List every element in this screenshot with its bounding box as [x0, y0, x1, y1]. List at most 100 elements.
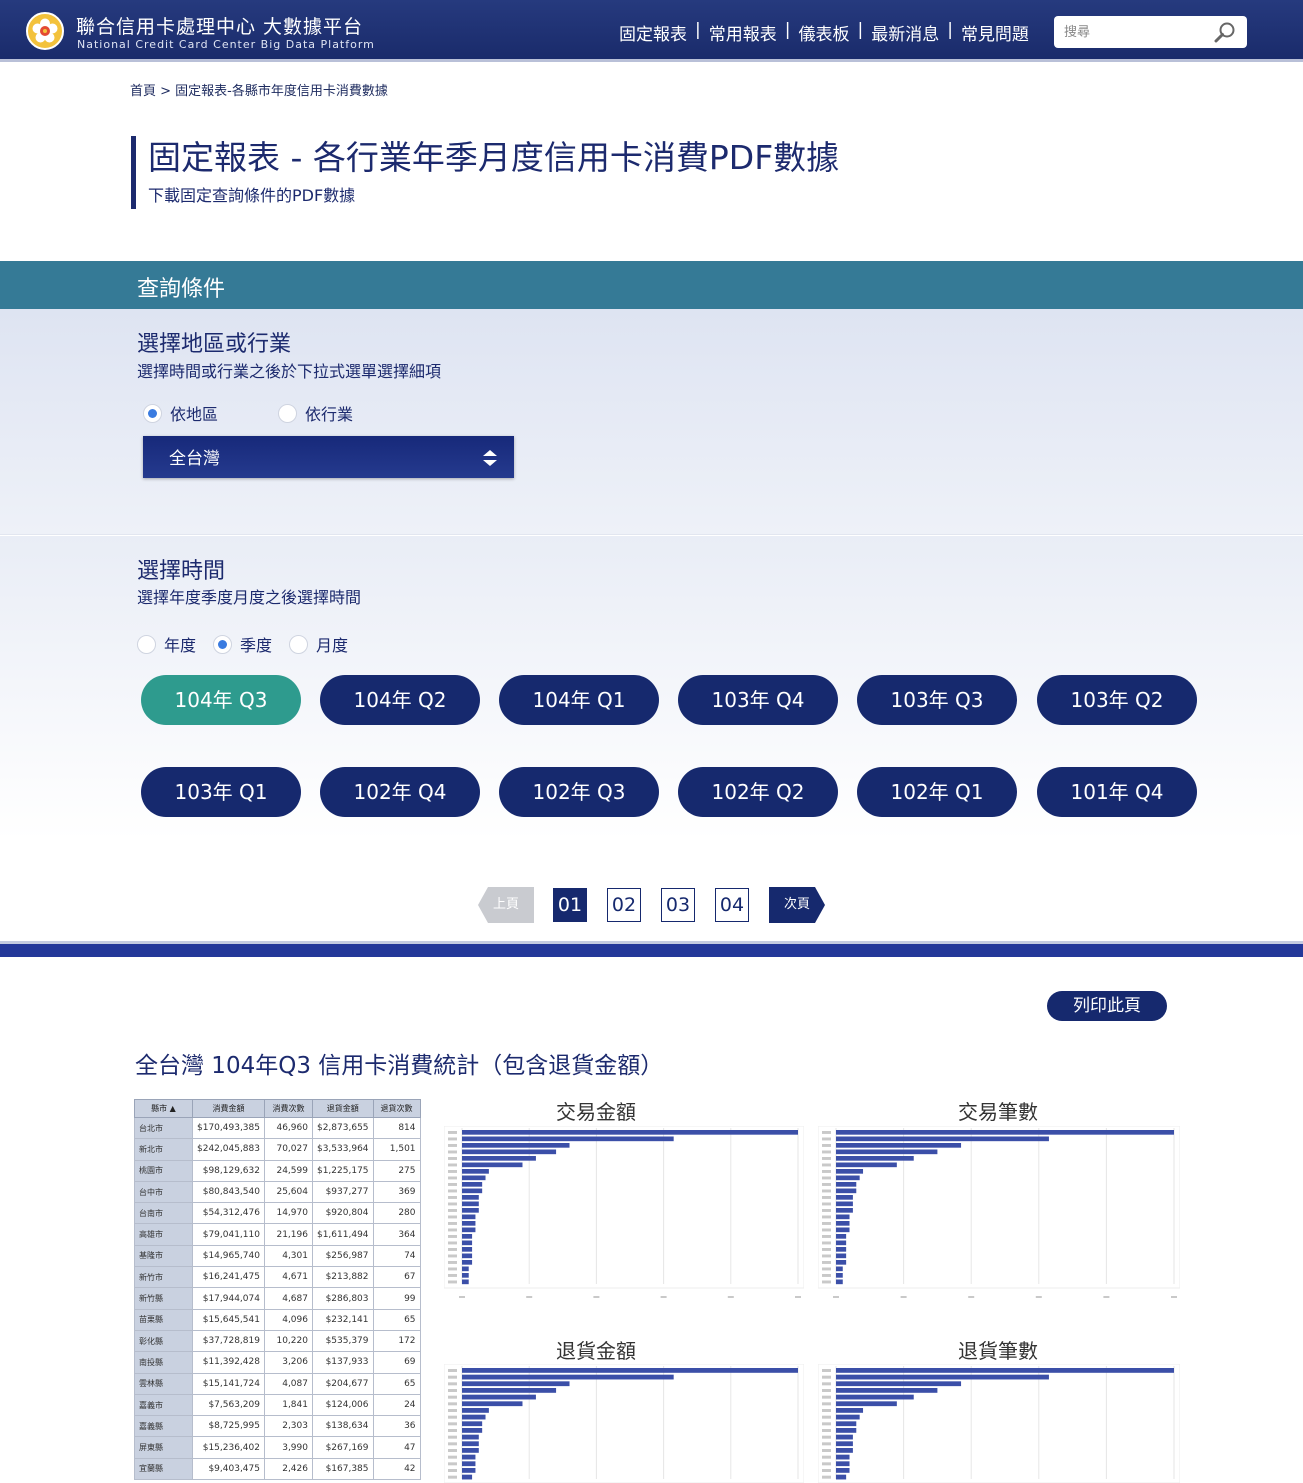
radio-by-industry[interactable]: [278, 403, 298, 423]
bar-chart-refund-count: [818, 1364, 1180, 1483]
chart-tick-label: [660, 1296, 667, 1298]
chart-category-label: [448, 1209, 457, 1212]
table-cell: $267,169: [311, 1436, 374, 1459]
chart-bar: [836, 1260, 847, 1265]
chart-category-label: [448, 1144, 457, 1147]
brand-title[interactable]: 聯合信用卡處理中心 大數據平台: [76, 12, 363, 39]
search-icon[interactable]: [1214, 21, 1236, 43]
chart-tick-label: [1171, 1296, 1177, 1298]
table-cell: $137,933: [311, 1351, 374, 1374]
table-cell: 70,027: [263, 1138, 313, 1161]
table-row: 台南市 $54,312,476 14,970 $920,804 280: [134, 1202, 421, 1225]
chart-category-label: [822, 1415, 831, 1419]
period-button[interactable]: 103年 Q4: [678, 675, 838, 725]
title-block: 固定報表 - 各行業年季月度信用卡消費PDF數據 下載固定查詢條件的PDF數據: [131, 136, 839, 209]
table-row: 高雄市 $79,041,110 21,196 $1,611,494 364: [134, 1223, 421, 1246]
chart-category-label: [448, 1137, 457, 1141]
table-cell: $17,944,074: [192, 1287, 265, 1310]
pagination-page[interactable]: 04: [715, 888, 749, 922]
nav-dashboard[interactable]: 儀表板: [797, 20, 850, 45]
chart-bar: [836, 1394, 914, 1400]
period-button[interactable]: 103年 Q1: [141, 767, 301, 817]
table-header[interactable]: 消費金額: [192, 1099, 265, 1118]
table-cell-city: 宜蘭縣: [134, 1457, 193, 1481]
radio-by-industry-label[interactable]: 依行業: [305, 401, 353, 425]
chart-category-label: [448, 1196, 457, 1199]
chart-bar: [836, 1279, 843, 1285]
chart-category-label: [822, 1157, 831, 1160]
table-cell: $54,312,476: [192, 1202, 265, 1225]
table-cell: 21,196: [263, 1223, 313, 1246]
period-button[interactable]: 102年 Q4: [320, 767, 480, 817]
radio-by-region[interactable]: [143, 403, 162, 423]
chart-bar: [836, 1448, 853, 1453]
radio-quarter[interactable]: [213, 634, 233, 654]
radio-by-region-label[interactable]: 依地區: [170, 401, 218, 425]
time-desc: 選擇年度季度月度之後選擇時間: [137, 588, 362, 607]
nav-news[interactable]: 最新消息: [870, 20, 940, 45]
table-cell-city: 台北市: [134, 1116, 193, 1140]
chart-category-label: [448, 1202, 457, 1206]
chart-bar: [836, 1188, 857, 1194]
chart-tick-label: [968, 1296, 975, 1298]
search-input[interactable]: [1064, 22, 1204, 42]
chart-category-label: [448, 1215, 457, 1219]
radio-year[interactable]: [137, 634, 156, 654]
period-button[interactable]: 104年 Q3: [141, 675, 301, 725]
table-header[interactable]: 消費次數: [263, 1099, 313, 1118]
region-panel: 選擇地區或行業 選擇時間或行業之後於下拉式選單選擇細項 依地區 依行業: [0, 309, 1303, 535]
chart-bar: [462, 1201, 479, 1207]
period-button[interactable]: 102年 Q3: [499, 767, 659, 817]
period-button[interactable]: 103年 Q2: [1037, 675, 1197, 725]
table-header[interactable]: 縣市 ▲: [134, 1099, 193, 1118]
radio-year-label[interactable]: 年度: [164, 632, 196, 656]
table-row: 宜蘭縣 $9,403,475 2,426 $167,385 42: [134, 1457, 421, 1481]
nav-fixed-reports[interactable]: 固定報表: [618, 20, 688, 45]
region-select[interactable]: 全台灣: [143, 436, 514, 478]
pagination-page[interactable]: 01: [553, 888, 587, 922]
table-cell: $80,843,540: [192, 1180, 265, 1204]
chart-category-label: [448, 1422, 457, 1426]
period-button[interactable]: 102年 Q1: [857, 767, 1017, 817]
nav-faq[interactable]: 常見問題: [960, 20, 1030, 45]
radio-quarter-label[interactable]: 季度: [240, 632, 272, 656]
pagination-page[interactable]: 02: [607, 888, 641, 922]
table-row: 南投縣 $11,392,428 3,206 $137,933 69: [134, 1351, 421, 1374]
table-header[interactable]: 退貨次數: [372, 1099, 421, 1118]
table-cell: 65: [372, 1372, 421, 1395]
table-cell: 47: [372, 1436, 421, 1459]
table-row: 屏東縣 $15,236,402 3,990 $267,169 47: [134, 1436, 421, 1459]
radio-month-label[interactable]: 月度: [316, 632, 348, 656]
print-button[interactable]: 列印此頁: [1047, 991, 1167, 1021]
pagination-prev-button[interactable]: 上頁: [478, 887, 534, 923]
breadcrumb[interactable]: 首頁 > 固定報表-各縣市年度信用卡消費數據: [130, 80, 388, 99]
table-cell: $242,045,883: [192, 1138, 265, 1161]
table-cell: 364: [372, 1223, 421, 1246]
period-button[interactable]: 101年 Q4: [1037, 767, 1197, 817]
table-header[interactable]: 退貨金額: [311, 1099, 374, 1118]
chart-bar: [836, 1381, 962, 1387]
chart-category-label: [448, 1469, 457, 1472]
chart-category-label: [822, 1144, 831, 1147]
chart-category-label: [448, 1261, 457, 1264]
chart-category-label: [822, 1422, 831, 1426]
chart-tick-label: [1103, 1296, 1110, 1298]
nav-common-reports[interactable]: 常用報表: [708, 20, 778, 45]
period-button[interactable]: 104年 Q2: [320, 675, 480, 725]
period-button[interactable]: 104年 Q1: [499, 675, 659, 725]
chart-bar: [836, 1266, 843, 1272]
chart-category-label: [822, 1163, 831, 1167]
period-button[interactable]: 103年 Q3: [857, 675, 1017, 725]
chart-tick-label: [727, 1296, 734, 1298]
region-desc: 選擇時間或行業之後於下拉式選單選擇細項: [137, 362, 442, 381]
chart-bar: [836, 1468, 850, 1473]
pagination-next-button[interactable]: 次頁: [769, 887, 825, 923]
table-cell: $170,493,385: [192, 1116, 265, 1140]
nav-separator: |: [695, 20, 701, 40]
chart-category-label: [822, 1267, 831, 1271]
pagination-page[interactable]: 03: [661, 888, 695, 922]
plum-blossom-logo-icon[interactable]: [26, 12, 64, 50]
radio-month[interactable]: [289, 634, 309, 654]
chart-category-label: [448, 1248, 457, 1251]
period-button[interactable]: 102年 Q2: [678, 767, 838, 817]
